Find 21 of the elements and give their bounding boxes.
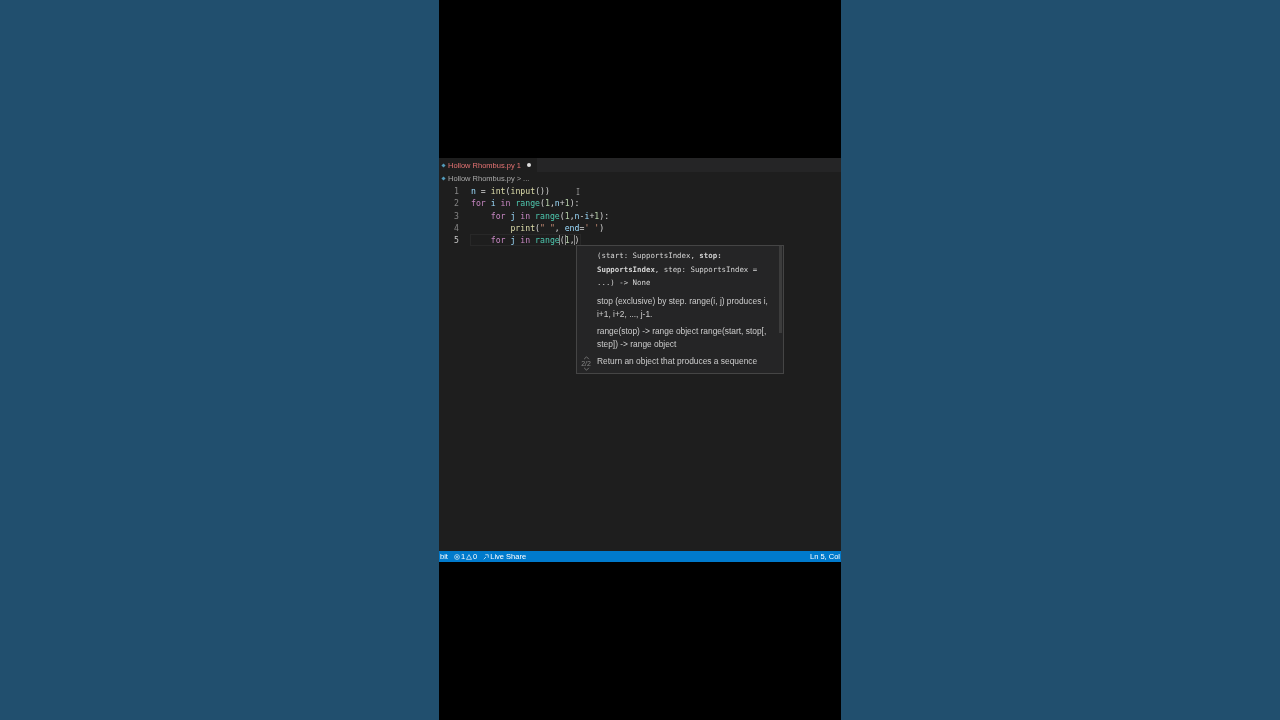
text-cursor-icon <box>576 188 580 195</box>
warning-icon <box>466 553 473 560</box>
code-line: print(" ", end=' ') <box>509 223 605 234</box>
line-number: 3 <box>453 210 460 221</box>
line-number: 2 <box>453 198 460 209</box>
python-file-icon <box>441 176 446 181</box>
python-file-icon <box>441 162 446 168</box>
chevron-up-icon[interactable] <box>582 356 590 360</box>
chevron-down-icon[interactable] <box>582 367 590 371</box>
documentation-text: stop (exclusive) by step. range(i, j) produces i, i+1, i+2, ..., j-1. <box>597 294 769 321</box>
code-line: n = int(input()) <box>471 186 550 197</box>
documentation-text: Return an object that produces a sequence <box>597 354 759 368</box>
code-line: for j in range(1,n-i+1): <box>489 210 610 221</box>
line-number: 4 <box>453 223 460 234</box>
error-icon <box>453 553 460 560</box>
code-line: for j in range(1,) <box>471 235 580 246</box>
documentation-text: range(stop) -> range object range(start, stop[, step]) -> range object <box>597 324 768 351</box>
line-number: 5 <box>453 235 460 246</box>
line-number: 1 <box>453 186 460 197</box>
share-arrow-icon <box>483 553 490 560</box>
code-line: for i in range(1,n+1): <box>471 198 580 209</box>
